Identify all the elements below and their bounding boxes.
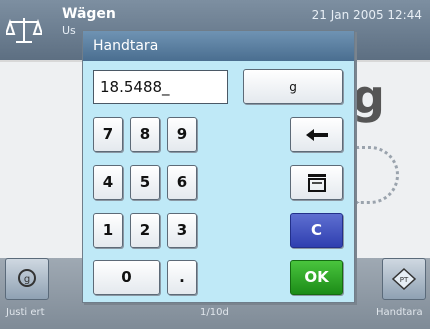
key-7[interactable]: 7 — [93, 117, 123, 152]
left-arrow-icon — [305, 128, 328, 141]
tare-entry-dialog: Handtara 18.5488_ g 7 8 9 4 5 6 1 2 3 0 … — [82, 30, 355, 303]
weight-unit-fragment: g — [352, 70, 385, 124]
tare-scale-icon — [307, 173, 326, 192]
key-2[interactable]: 2 — [130, 213, 160, 248]
tare-key[interactable]: PT — [382, 258, 426, 300]
user-label: Us — [62, 24, 76, 37]
key-3[interactable]: 3 — [167, 213, 197, 248]
readability-label: 1/10d — [200, 307, 229, 318]
adjust-key-label: Justi ert — [6, 307, 45, 318]
svg-text:g: g — [24, 274, 30, 285]
key-8[interactable]: 8 — [130, 117, 160, 152]
tare-value-input[interactable]: 18.5488_ — [93, 70, 228, 104]
key-decimal-point[interactable]: . — [167, 260, 197, 295]
key-6[interactable]: 6 — [167, 165, 197, 200]
unit-button[interactable]: g — [243, 69, 343, 104]
tare-preset-icon: PT — [391, 267, 417, 291]
adjust-key[interactable]: g — [5, 258, 49, 300]
clear-button[interactable]: C — [290, 213, 343, 248]
scale-icon — [6, 18, 42, 43]
backspace-button[interactable] — [290, 117, 343, 152]
key-0[interactable]: 0 — [93, 260, 160, 295]
svg-text:PT: PT — [400, 276, 409, 284]
key-5[interactable]: 5 — [130, 165, 160, 200]
adjust-icon: g — [18, 269, 36, 287]
dialog-title: Handtara — [83, 31, 354, 61]
date-time: 21 Jan 2005 12:44 — [311, 8, 422, 22]
ok-button[interactable]: OK — [290, 260, 343, 295]
key-4[interactable]: 4 — [93, 165, 123, 200]
key-1[interactable]: 1 — [93, 213, 123, 248]
tare-button[interactable] — [290, 165, 343, 200]
tare-key-label: Handtara — [376, 307, 423, 318]
app-title: Wägen — [62, 6, 116, 22]
key-9[interactable]: 9 — [167, 117, 197, 152]
